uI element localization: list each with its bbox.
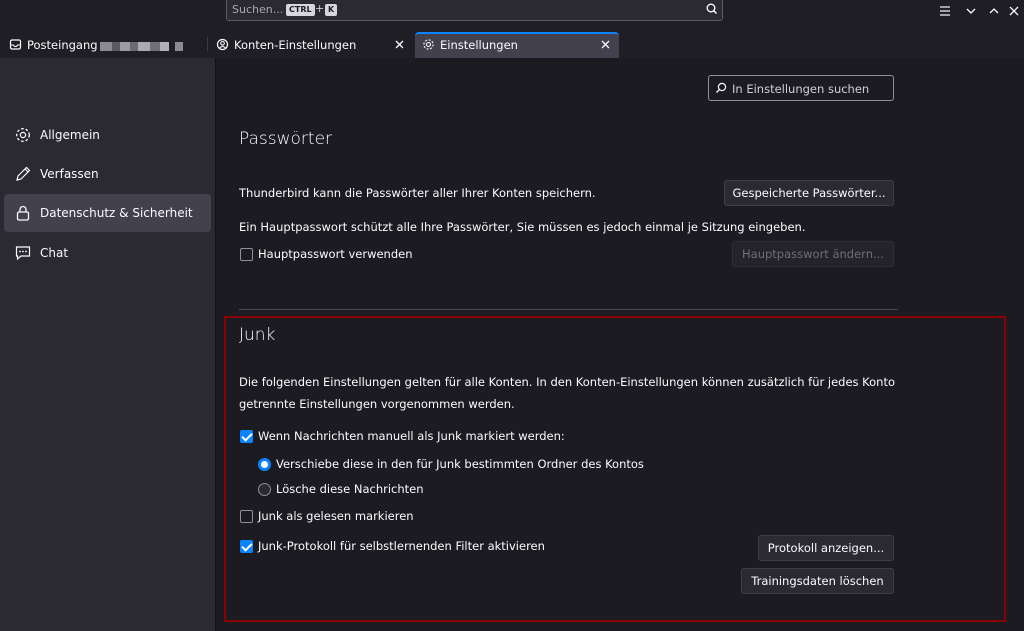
global-search-placeholder: Suchen... (232, 3, 284, 16)
gear-icon (16, 128, 30, 142)
minimize-icon[interactable] (963, 3, 979, 19)
menu-icon[interactable] (937, 3, 953, 19)
settings-search-placeholder: In Einstellungen suchen (732, 82, 870, 96)
tab-account-settings[interactable]: Konten-Einstellungen (209, 32, 413, 58)
sidebar-item-label: Datenschutz & Sicherheit (40, 206, 193, 220)
saved-passwords-button[interactable]: Gespeicherte Passwörter... (724, 180, 894, 206)
shortcut-plus: + (315, 2, 325, 15)
inbox-icon (9, 39, 22, 50)
use-master-password-checkbox[interactable] (240, 248, 253, 261)
shortcut-k-key: K (325, 4, 338, 16)
tab-inbox[interactable]: Posteingang (0, 32, 205, 58)
global-search-input[interactable]: Suchen... CTRL + K (226, 0, 723, 21)
junk-section-highlight (224, 316, 1006, 622)
close-icon[interactable] (393, 38, 406, 51)
sidebar-item-privacy-security[interactable]: Datenschutz & Sicherheit (4, 194, 211, 232)
search-icon (716, 82, 727, 93)
pencil-icon (16, 166, 31, 181)
redacted-account-name (100, 42, 183, 51)
use-master-password-label[interactable]: Hauptpasswort verwenden (258, 247, 413, 261)
tab-bar: Posteingang Konten-Einstellungen Einstel… (0, 28, 1024, 58)
tab-inbox-label: Posteingang (27, 38, 98, 52)
sidebar-item-label: Allgemein (40, 128, 100, 142)
sidebar-item-label: Verfassen (40, 167, 99, 181)
tab-settings-label: Einstellungen (440, 38, 518, 52)
passwords-section-title: Passwörter (239, 129, 333, 149)
maximize-icon[interactable] (986, 3, 1002, 19)
settings-sidebar: Allgemein Verfassen Datenschutz & Sicher… (0, 58, 216, 631)
settings-search-input[interactable]: In Einstellungen suchen (708, 75, 894, 101)
tab-account-settings-label: Konten-Einstellungen (234, 38, 357, 52)
chat-icon (15, 246, 31, 261)
sidebar-item-label: Chat (40, 246, 69, 260)
sidebar-item-general[interactable]: Allgemein (4, 116, 211, 154)
master-password-text: Ein Hauptpasswort schützt alle Ihre Pass… (239, 220, 806, 234)
title-bar: Suchen... CTRL + K (0, 0, 1024, 28)
change-master-password-button[interactable]: Hauptpasswort ändern... (732, 241, 894, 267)
close-window-icon[interactable] (1006, 3, 1022, 19)
passwords-save-text: Thunderbird kann die Passwörter aller Ih… (239, 186, 596, 200)
close-icon[interactable] (599, 38, 612, 51)
tab-separator (207, 37, 208, 51)
sidebar-item-chat[interactable]: Chat (4, 234, 211, 272)
lock-icon (16, 205, 30, 221)
sidebar-item-compose[interactable]: Verfassen (4, 155, 211, 193)
section-divider (239, 309, 898, 310)
shortcut-ctrl-key: CTRL (286, 4, 315, 16)
tab-settings[interactable]: Einstellungen (415, 32, 619, 58)
search-icon[interactable] (705, 2, 719, 16)
gear-icon (423, 39, 434, 50)
account-settings-icon (216, 38, 229, 51)
